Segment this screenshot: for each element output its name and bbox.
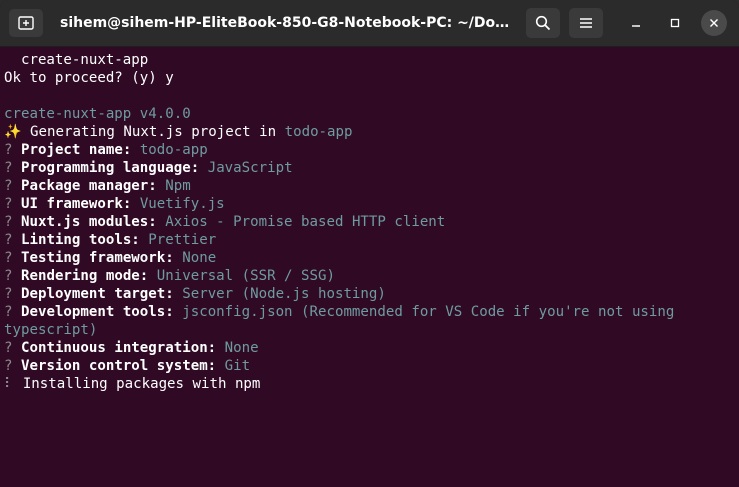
answer-label: Programming language: — [21, 160, 200, 176]
prompt-symbol: ? — [4, 214, 13, 230]
prompt-symbol: ? — [4, 358, 13, 374]
prompt-symbol: ? — [4, 160, 13, 176]
spinner-icon: ⠇ — [4, 376, 15, 392]
new-tab-button[interactable] — [9, 9, 43, 37]
close-button[interactable] — [701, 10, 727, 36]
new-tab-icon — [18, 16, 34, 30]
answer-line: ? Nuxt.js modules: Axios - Promise based… — [4, 213, 445, 231]
title-bar[interactable]: sihem@sihem-HP-EliteBook-850-G8-Notebook… — [0, 0, 739, 47]
answer-line: ? Deployment target: Server (Node.js hos… — [4, 285, 386, 303]
answer-value: JavaScript — [207, 160, 293, 176]
terminal-output[interactable]: create-nuxt-app Ok to proceed? (y) y cre… — [0, 47, 739, 487]
output-line: create-nuxt-app — [4, 52, 149, 68]
prompt-symbol: ? — [4, 196, 13, 212]
sparkle-icon: ✨ — [4, 124, 22, 140]
hamburger-menu-icon — [580, 18, 592, 28]
answer-value: Server (Node.js hosting) — [182, 286, 386, 302]
answer-label: Deployment target: — [21, 286, 174, 302]
answer-label: Rendering mode: — [21, 268, 149, 284]
prompt-symbol: ? — [4, 178, 13, 194]
answer-value: None — [224, 340, 259, 356]
answer-label: Testing framework: — [21, 250, 174, 266]
installing-text: Installing packages with npm — [14, 376, 261, 392]
answer-value: Prettier — [148, 232, 217, 248]
version-line: create-nuxt-app v4.0.0 — [4, 106, 191, 122]
answer-value: Universal (SSR / SSG) — [156, 268, 335, 284]
search-button[interactable] — [526, 8, 560, 38]
prompt-symbol: ? — [4, 304, 13, 320]
answer-value: todo-app — [139, 142, 208, 158]
answer-line: ? Testing framework: None — [4, 249, 216, 267]
answer-label: Package manager: — [21, 178, 157, 194]
terminal-window: sihem@sihem-HP-EliteBook-850-G8-Notebook… — [0, 0, 739, 487]
maximize-icon — [670, 18, 680, 28]
generating-line: ✨ Generating Nuxt.js project in todo-app — [4, 123, 353, 141]
answer-value: None — [182, 250, 217, 266]
minimize-icon — [632, 25, 640, 27]
prompt-symbol: ? — [4, 142, 13, 158]
installing-line: ⠇ Installing packages with npm — [4, 375, 260, 393]
minimize-button[interactable] — [623, 10, 649, 36]
answer-label: Nuxt.js modules: — [21, 214, 157, 230]
answer-line: ? Rendering mode: Universal (SSR / SSG) — [4, 267, 335, 285]
answer-continuation: typescript) — [4, 322, 98, 338]
answer-line: ? Linting tools: Prettier — [4, 231, 216, 249]
answer-label: Continuous integration: — [21, 340, 217, 356]
answer-line: ? Package manager: Npm — [4, 177, 191, 195]
answer-label: Project name: — [21, 142, 132, 158]
answer-line: ? Project name: todo-app — [4, 141, 208, 159]
answer-line: ? Programming language: JavaScript — [4, 159, 293, 177]
answer-label: Version control system: — [21, 358, 217, 374]
answer-line: ? Version control system: Git — [4, 357, 250, 375]
answer-line: ? Continuous integration: None — [4, 339, 259, 357]
maximize-button[interactable] — [662, 10, 688, 36]
answer-value: Git — [224, 358, 251, 374]
search-icon — [535, 15, 551, 31]
answer-line: ? UI framework: Vuetify.js — [4, 195, 225, 213]
menu-button[interactable] — [569, 8, 603, 38]
answer-value: Axios - Promise based HTTP client — [165, 214, 446, 230]
generating-text: Generating Nuxt.js project in — [21, 124, 285, 140]
answer-value: Npm — [165, 178, 191, 194]
answer-label: Linting tools: — [21, 232, 140, 248]
answer-value: jsconfig.json (Recommended for VS Code i… — [182, 304, 675, 320]
output-line: Ok to proceed? (y) y — [4, 70, 174, 86]
answer-line: ? Development tools: jsconfig.json (Reco… — [4, 303, 674, 321]
prompt-symbol: ? — [4, 286, 13, 302]
prompt-symbol: ? — [4, 268, 13, 284]
answer-label: Development tools: — [21, 304, 174, 320]
answer-value: Vuetify.js — [139, 196, 225, 212]
prompt-symbol: ? — [4, 250, 13, 266]
close-icon — [710, 19, 718, 27]
window-title: sihem@sihem-HP-EliteBook-850-G8-Notebook… — [60, 15, 510, 31]
project-folder: todo-app — [284, 124, 353, 140]
prompt-symbol: ? — [4, 340, 13, 356]
prompt-symbol: ? — [4, 232, 13, 248]
answer-label: UI framework: — [21, 196, 132, 212]
